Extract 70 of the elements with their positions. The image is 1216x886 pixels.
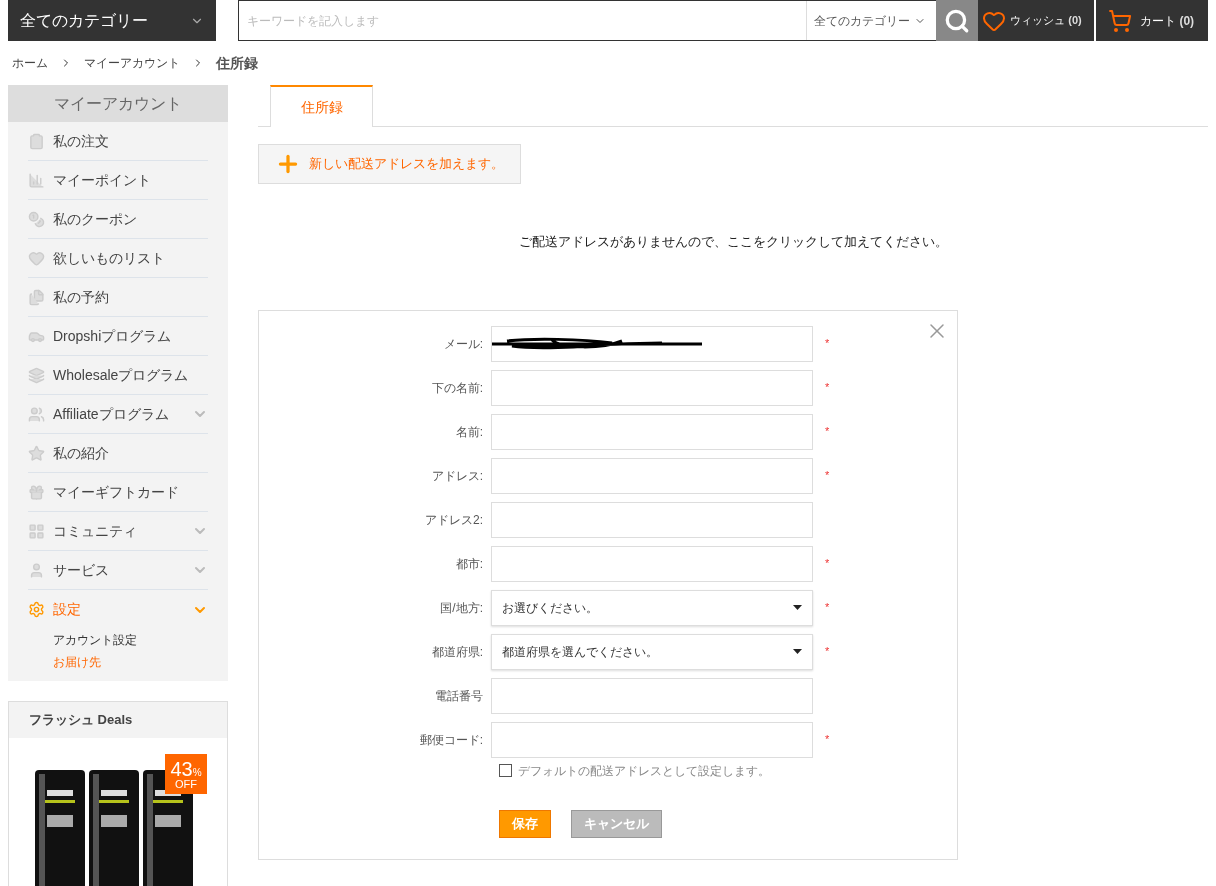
field-label: 国/地方: — [439, 599, 484, 617]
input-field[interactable] — [491, 677, 813, 714]
search-icon — [944, 7, 971, 34]
sidebar-item[interactable]: Dropshiプログラム — [28, 317, 208, 356]
sidebar-item[interactable]: 私の紹介 — [28, 434, 208, 473]
people-icon — [28, 405, 45, 423]
sidebar-item[interactable]: コミュニティ — [28, 512, 208, 551]
select-field[interactable]: 都道府県を選んでください。 — [491, 633, 813, 670]
bar-chart-icon — [28, 171, 45, 189]
sidebar-item[interactable]: マイーポイント — [28, 161, 208, 200]
wishlist-button[interactable]: ウィッシュ (0) — [978, 0, 1095, 41]
heart-icon — [28, 249, 45, 267]
gift-icon — [28, 483, 45, 501]
coins-icon — [28, 210, 45, 228]
star-icon — [28, 444, 45, 462]
input-field[interactable] — [491, 545, 813, 582]
breadcrumb-link[interactable]: 住所録 — [216, 52, 258, 74]
sidebar-item[interactable]: 私のクーポン — [28, 200, 208, 239]
field-label: アドレス: — [430, 467, 484, 485]
dropdown-caret-icon — [793, 605, 802, 610]
grid-icon — [28, 522, 45, 540]
sidebar-item[interactable]: サービス — [28, 551, 208, 590]
cart-icon — [1108, 8, 1133, 33]
required-mark: * — [825, 644, 830, 660]
sidebar-item[interactable]: マイーギフトカード — [28, 473, 208, 512]
discount-badge: 43% OFF — [165, 754, 207, 794]
field-label: 都道府県: — [430, 643, 484, 661]
empty-message[interactable]: ご配送アドレスがありませんので、ここをクリックして加えてください。 — [258, 232, 1208, 252]
field-label: メール: — [442, 335, 484, 353]
field-label: 名前: — [454, 423, 484, 441]
required-mark: * — [825, 556, 830, 572]
required-mark: * — [825, 732, 830, 748]
input-field[interactable] — [491, 457, 813, 494]
input-field[interactable] — [491, 413, 813, 450]
select-field[interactable]: お選びください。 — [491, 589, 813, 626]
sidebar-subitem[interactable]: アカウント設定 — [28, 629, 208, 651]
required-mark: * — [825, 380, 830, 396]
field-label: アドレス2: — [424, 511, 484, 529]
gear-icon — [28, 601, 45, 618]
checkbox-label: デフォルトの配送アドレスとして設定します。 — [518, 762, 770, 780]
input-field[interactable] — [491, 501, 813, 538]
breadcrumb-link[interactable]: ホーム — [12, 54, 48, 72]
cart-button[interactable]: カート (0) — [1096, 0, 1208, 41]
field-label: 郵便コード: — [418, 731, 484, 749]
field-label: 都市: — [454, 555, 484, 573]
category-menu[interactable]: 全てのカテゴリー — [8, 0, 216, 41]
required-mark: * — [825, 336, 830, 352]
required-mark: * — [825, 468, 830, 484]
sidebar-title: マイーアカウント — [8, 85, 228, 122]
required-mark: * — [825, 424, 830, 440]
flash-deals-title: フラッシュ Deals — [9, 702, 227, 738]
sidebar-item[interactable]: 私の注文 — [28, 122, 208, 161]
checkbox[interactable] — [499, 764, 512, 777]
field-label: 下の名前: — [430, 379, 484, 397]
input-field[interactable] — [491, 369, 813, 406]
input-field[interactable] — [491, 721, 813, 758]
breadcrumb-link[interactable]: マイーアカウント — [84, 54, 180, 72]
input-field[interactable] — [491, 325, 813, 362]
person-icon — [28, 561, 45, 579]
sidebar-item[interactable]: Affiliateプログラム — [28, 395, 208, 434]
clipboard-icon — [28, 132, 45, 150]
dropdown-caret-icon — [793, 649, 802, 654]
sidebar-item[interactable]: 欲しいものリスト — [28, 239, 208, 278]
pages-icon — [28, 288, 45, 306]
field-label: 電話番号 — [434, 687, 484, 705]
required-mark: * — [825, 600, 830, 616]
search-button[interactable] — [936, 0, 979, 41]
sidebar-item[interactable]: Wholesaleプログラム — [28, 356, 208, 395]
stack-icon — [28, 366, 45, 384]
sidebar-item[interactable]: 私の予約 — [28, 278, 208, 317]
